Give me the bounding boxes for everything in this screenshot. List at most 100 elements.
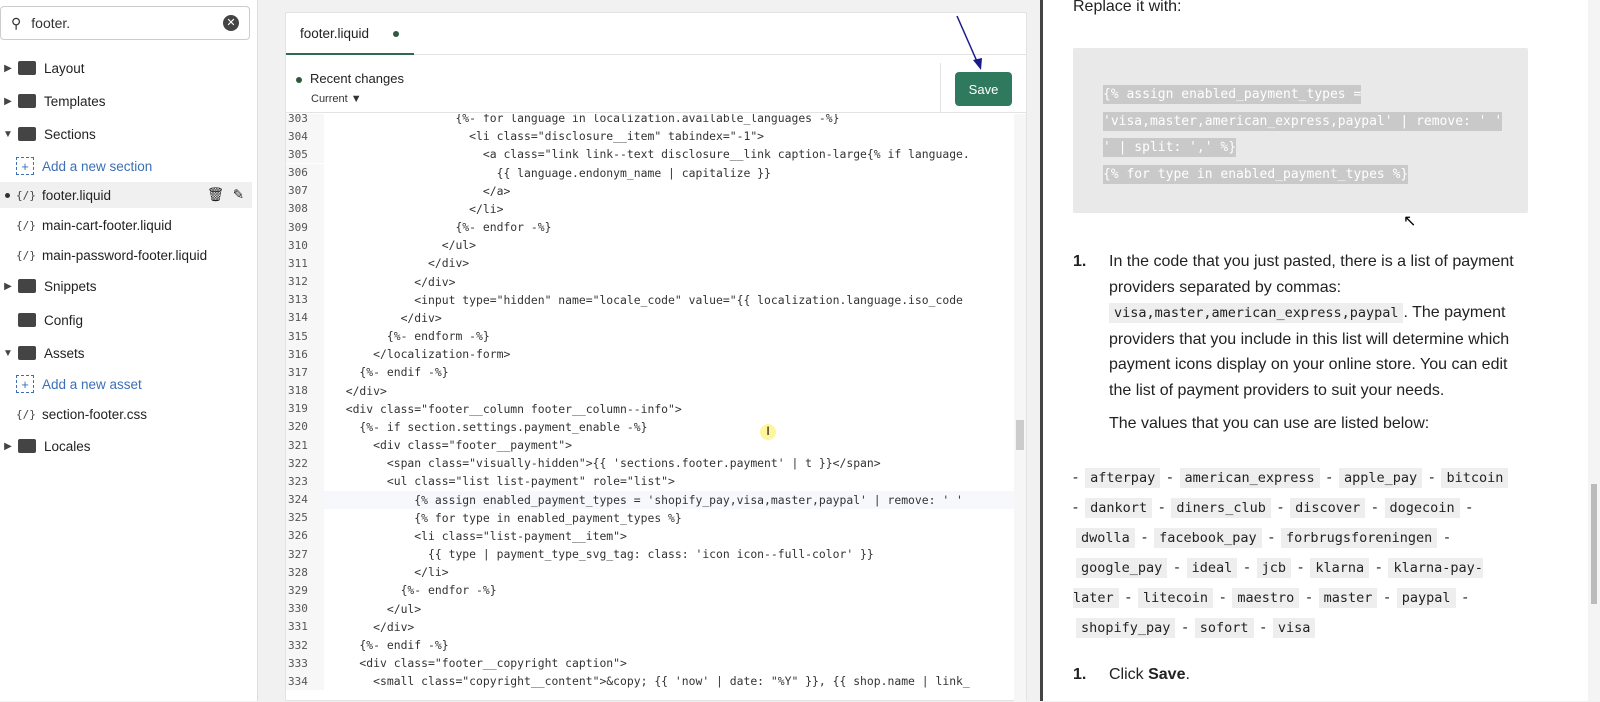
caret-right-icon[interactable]: ▶ [0, 281, 16, 292]
add-file-icon: + [16, 157, 34, 175]
code-line[interactable]: 321 <div class="footer__payment"> [286, 436, 1014, 455]
item-label: Locales [44, 438, 91, 454]
code-line[interactable]: 320 {%- if section.settings.payment_enab… [286, 417, 1014, 437]
code-line[interactable]: 311 </div> [286, 254, 1014, 273]
code-line[interactable]: 306 {{ language.endonym_name | capitaliz… [286, 163, 1014, 182]
file-search[interactable]: ⚲ footer. ✕ [0, 6, 250, 40]
pencil-icon[interactable]: ✎ [233, 187, 244, 203]
payment-value: dankort [1085, 498, 1153, 518]
code-line[interactable]: 315 {%- endform -%} [286, 327, 1014, 346]
folder-icon [18, 127, 36, 141]
search-input[interactable]: footer. [31, 15, 223, 31]
payment-value: dogecoin [1384, 498, 1460, 518]
line-number: 322 [286, 454, 324, 473]
sidebar-item-add-a-new-asset[interactable]: + Add a new asset [0, 371, 252, 397]
caret-right-icon[interactable]: ▶ [0, 96, 16, 107]
payment-value: jcb [1256, 558, 1291, 578]
snippet-line: ' | split: ',' %} [1103, 138, 1237, 157]
code-line[interactable]: 328 </li> [286, 563, 1014, 582]
code-line[interactable]: 325 {% for type in enabled_payment_types… [286, 508, 1014, 527]
tab-footer-liquid[interactable]: footer.liquid [286, 13, 414, 55]
line-number: 307 [286, 181, 324, 200]
line-text: <div class="footer__copyright caption"> [332, 656, 627, 671]
caret-right-icon[interactable]: ▶ [0, 441, 16, 452]
step-number: 1. [1073, 253, 1087, 270]
code-line[interactable]: 323 <ul class="list list-payment" role="… [286, 472, 1014, 491]
code-line[interactable]: 303 {%- for language in localization.ava… [286, 114, 1014, 128]
code-line[interactable]: 332 {%- endif -%} [286, 635, 1014, 655]
line-number: 318 [286, 381, 324, 400]
code-line[interactable]: 304 <li class="disclosure__item" tabinde… [286, 127, 1014, 146]
code-line[interactable]: 333 <div class="footer__copyright captio… [286, 654, 1014, 673]
code-line[interactable]: 310 </ul> [286, 236, 1014, 255]
code-line[interactable]: 305 <a class="link link--text disclosure… [286, 145, 1014, 164]
code-line[interactable]: 312 </div> [286, 272, 1014, 291]
line-number: 321 [286, 436, 324, 455]
sidebar-item-config[interactable]: Config [0, 307, 252, 333]
code-line[interactable]: 309 {%- endfor -%} [286, 218, 1014, 237]
caret-down-icon[interactable]: ▼ [0, 348, 16, 359]
code-line[interactable]: 314 </div> [286, 308, 1014, 328]
line-text: {%- endif -%} [332, 365, 449, 380]
line-text: <ul class="list list-payment" role="list… [332, 474, 675, 489]
sidebar-item-main-cart-footer-liquid[interactable]: {/} main-cart-footer.liquid [0, 212, 252, 238]
page-scrollbar[interactable] [1588, 0, 1600, 701]
code-line[interactable]: 322 <span class="visually-hidden">{{ 'se… [286, 454, 1014, 473]
code-line[interactable]: 329 {%- endfor -%} [286, 581, 1014, 600]
line-text: {% for type in enabled_payment_types %} [332, 510, 682, 525]
folder-icon [18, 346, 36, 360]
sidebar-item-sections[interactable]: ▼ Sections [0, 121, 252, 147]
code-line[interactable]: 330 </ul> [286, 599, 1014, 618]
line-text: {%- if section.settings.payment_enable -… [332, 419, 648, 434]
line-text: {{ type | payment_type_svg_tag: class: '… [332, 547, 874, 562]
clear-search-icon[interactable]: ✕ [223, 15, 239, 31]
sidebar-item-snippets[interactable]: ▶ Snippets [0, 273, 252, 299]
sidebar-item-assets[interactable]: ▼ Assets [0, 340, 252, 366]
caret-down-icon[interactable]: ▼ [0, 129, 16, 140]
trash-icon[interactable]: 🗑 [207, 187, 224, 203]
caret-right-icon[interactable]: ▶ [0, 63, 16, 74]
sidebar-item-locales[interactable]: ▶ Locales [0, 433, 252, 459]
sidebar-item-footer-liquid[interactable]: {/} footer.liquid 🗑 ✎ [0, 182, 252, 208]
sidebar-item-templates[interactable]: ▶ Templates [0, 88, 252, 114]
snippet-line: {% for type in enabled_payment_types %} [1103, 164, 1409, 184]
caret-down-icon: ▼ [350, 93, 362, 105]
code-line[interactable]: 313 <input type="hidden" name="locale_co… [286, 290, 1014, 309]
code-line[interactable]: 318 </div> [286, 381, 1014, 400]
payment-value: afterpay [1085, 468, 1161, 488]
payment-values-list: - afterpay - american_express - apple_pa… [1073, 463, 1513, 643]
sidebar-item-add-a-new-section[interactable]: + Add a new section [0, 153, 252, 179]
line-text: {%- endform -%} [332, 329, 490, 344]
line-text: </div> [332, 274, 456, 289]
code-line[interactable]: 307 </a> [286, 181, 1014, 200]
line-text: </a> [332, 183, 511, 198]
editor-scrollbar[interactable] [1014, 114, 1026, 702]
liquid-file-icon: {/} [16, 248, 36, 262]
line-text: </li> [332, 565, 449, 580]
help-article: Replace it with: {% assign enabled_payme… [1043, 0, 1600, 701]
payment-value: apple_pay [1338, 468, 1423, 488]
line-number: 323 [286, 472, 324, 491]
sidebar-item-layout[interactable]: ▶ Layout [0, 55, 252, 81]
payment-value: litecoin [1137, 588, 1214, 608]
code-snippet: {% assign enabled_payment_types = 'visa,m… [1073, 48, 1528, 213]
code-line[interactable]: 334 <small class="copyright__content">&c… [286, 672, 1014, 691]
code-line[interactable]: 327 {{ type | payment_type_svg_tag: clas… [286, 545, 1014, 564]
liquid-file-icon: {/} [16, 188, 36, 202]
code-line[interactable]: 308 </li> [286, 199, 1014, 218]
line-number: 306 [286, 163, 324, 182]
version-select[interactable]: Current ▼ [311, 93, 362, 105]
code-line[interactable]: 326 <li class="list-payment__item"> [286, 526, 1014, 546]
code-line[interactable]: 317 {%- endif -%} [286, 363, 1014, 382]
recent-changes-bar: Recent changes Current ▼ Save [286, 63, 1026, 113]
code-line[interactable]: 319 <div class="footer__column footer__c… [286, 399, 1014, 418]
code-line[interactable]: 331 </div> [286, 617, 1014, 636]
save-button[interactable]: Save [955, 72, 1012, 106]
annotation-arrow-icon [956, 15, 982, 70]
sidebar-item-main-password-footer-liquid[interactable]: {/} main-password-footer.liquid [0, 242, 252, 268]
payment-value: google_pay [1076, 558, 1168, 578]
code-line[interactable]: 316 </localization-form> [286, 345, 1014, 364]
sidebar-item-section-footer-css[interactable]: {/} section-footer.css [0, 401, 252, 427]
code-area[interactable]: 303 {%- for language in localization.ava… [286, 114, 1014, 702]
code-line[interactable]: 324 {% assign enabled_payment_types = 's… [286, 490, 1014, 509]
